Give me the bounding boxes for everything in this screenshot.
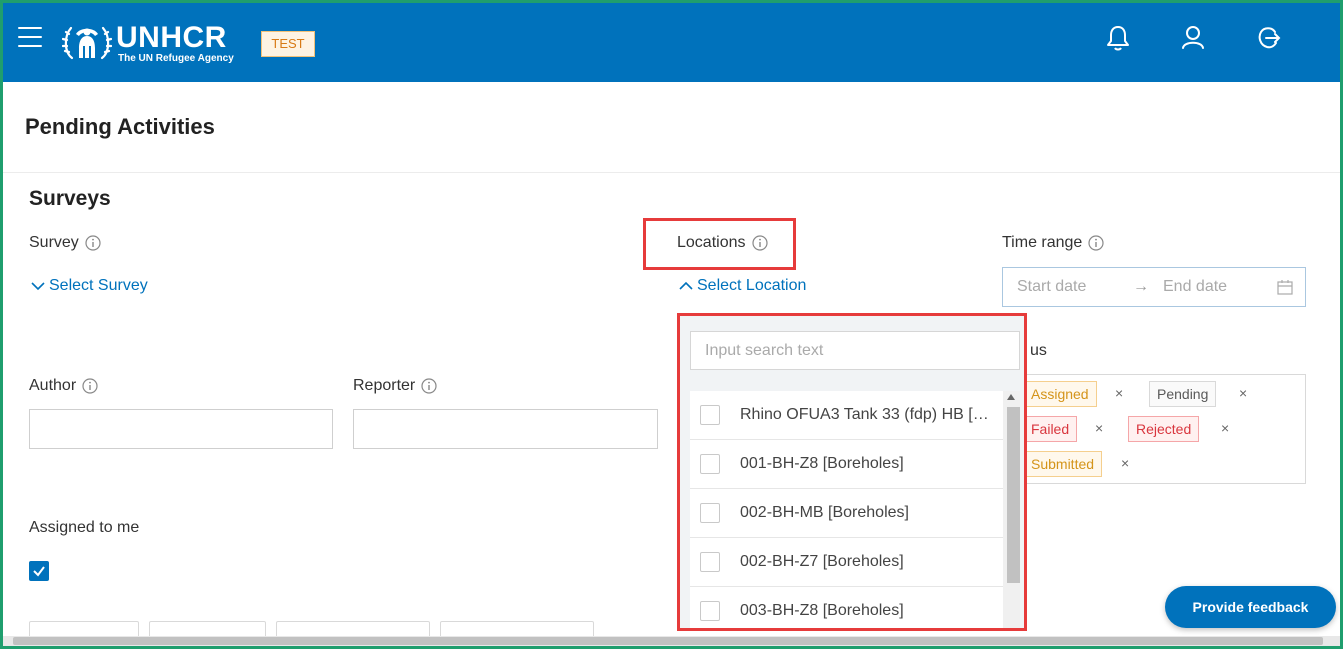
status-label: us [1030, 342, 1047, 360]
logo-subtitle: The UN Refugee Agency [118, 52, 234, 64]
page-header: Pending Activities [0, 82, 1343, 173]
locations-label-text: Locations [677, 234, 746, 251]
info-icon[interactable] [1088, 235, 1104, 251]
status-tag-pending: Pending [1149, 381, 1217, 407]
status-tag-assigned: Assigned [1023, 381, 1097, 407]
environment-badge: TEST [261, 31, 315, 57]
start-date-input[interactable]: Start date [1017, 278, 1086, 296]
logo-text: UNHCR The UN Refugee Agency [116, 20, 234, 64]
assigned-to-me-checkbox[interactable] [29, 561, 49, 581]
remove-failed-icon[interactable]: × [1095, 420, 1103, 436]
reporter-label: Reporter [353, 377, 437, 395]
assigned-to-me-label: Assigned to me [29, 519, 139, 537]
status-multiselect[interactable]: Assigned × Pending × Failed × Rejected ×… [1010, 374, 1306, 484]
assigned-to-me-label-text: Assigned to me [29, 519, 140, 536]
chevron-up-icon [679, 281, 693, 290]
author-label: Author [29, 377, 98, 395]
remove-rejected-icon[interactable]: × [1221, 420, 1229, 436]
info-icon[interactable] [85, 235, 101, 251]
user-icon[interactable] [1180, 24, 1206, 52]
author-input[interactable] [29, 409, 333, 449]
horizontal-scrollbar-thumb[interactable] [13, 637, 1323, 645]
chevron-down-icon [31, 282, 45, 291]
top-navigation-bar: UNHCR The UN Refugee Agency TEST [0, 0, 1343, 82]
survey-label: Survey [29, 234, 101, 252]
reporter-input[interactable] [353, 409, 658, 449]
author-label-text: Author [29, 377, 77, 394]
horizontal-scrollbar[interactable] [3, 636, 1340, 646]
select-location-label: Select Location [697, 277, 807, 294]
reporter-label-text: Reporter [353, 377, 416, 394]
dropdown-highlight [677, 313, 1027, 631]
select-survey-toggle[interactable]: Select Survey [31, 277, 148, 295]
time-range-label: Time range [1002, 234, 1104, 252]
bell-icon[interactable] [1105, 24, 1131, 52]
select-survey-label: Select Survey [49, 277, 148, 294]
checkmark-icon [33, 566, 45, 577]
remove-submitted-icon[interactable]: × [1121, 455, 1129, 471]
remove-pending-icon[interactable]: × [1239, 385, 1247, 401]
range-arrow-icon: → [1133, 278, 1149, 295]
provide-feedback-button[interactable]: Provide feedback [1165, 586, 1336, 628]
survey-label-text: Survey [29, 234, 79, 251]
locations-label: Locations [677, 234, 768, 252]
select-location-toggle[interactable]: Select Location [679, 277, 806, 295]
status-tag-rejected: Rejected [1128, 416, 1200, 442]
date-range-picker[interactable]: Start date → End date [1002, 267, 1306, 307]
menu-icon[interactable] [18, 27, 42, 47]
logout-icon[interactable] [1255, 24, 1281, 52]
status-tag-submitted: Submitted [1023, 451, 1103, 477]
remove-assigned-icon[interactable]: × [1115, 385, 1123, 401]
status-tag-failed: Failed [1023, 416, 1078, 442]
page-title: Pending Activities [25, 114, 215, 139]
calendar-icon[interactable] [1277, 279, 1293, 295]
info-icon[interactable] [82, 378, 98, 394]
info-icon[interactable] [751, 235, 768, 251]
unhcr-emblem-icon [62, 26, 112, 60]
logo-title: UNHCR [116, 20, 227, 54]
end-date-input[interactable]: End date [1163, 278, 1227, 296]
info-icon[interactable] [421, 378, 437, 394]
status-label-text: us [1030, 342, 1047, 359]
time-range-label-text: Time range [1002, 234, 1083, 251]
section-title: Surveys [29, 187, 111, 210]
unhcr-logo[interactable]: UNHCR The UN Refugee Agency [62, 22, 234, 64]
